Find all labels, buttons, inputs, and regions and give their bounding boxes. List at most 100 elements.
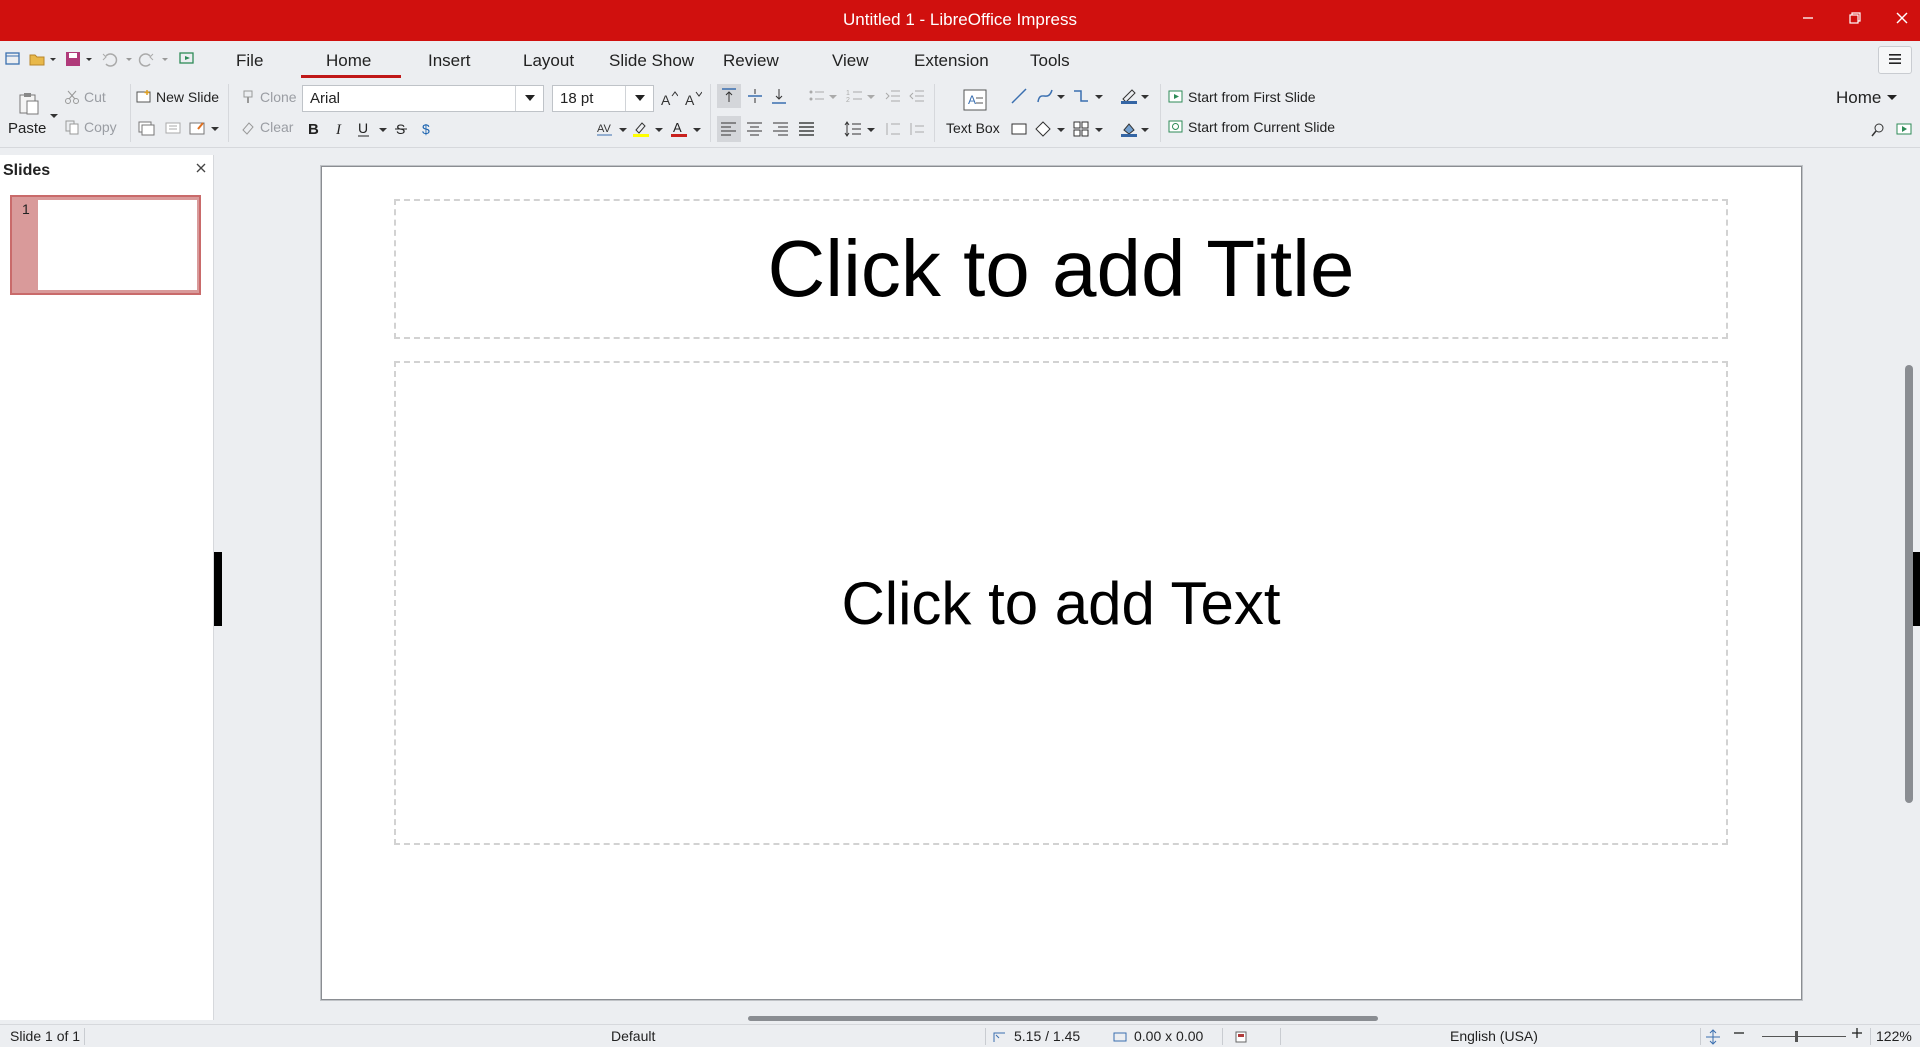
- connector-icon[interactable]: [1072, 87, 1090, 105]
- save-dropdown-icon[interactable]: [84, 50, 94, 68]
- line-spacing-icon[interactable]: [844, 120, 862, 138]
- hamburger-menu-button[interactable]: [1878, 46, 1912, 74]
- line-tool-icon[interactable]: [1010, 87, 1028, 105]
- align-right-icon[interactable]: [772, 120, 790, 138]
- bold-icon[interactable]: B: [306, 120, 322, 138]
- text-box-button[interactable]: Text Box: [946, 120, 1000, 136]
- tab-extension[interactable]: Extension: [914, 51, 989, 71]
- font-name-dropdown[interactable]: [515, 86, 543, 111]
- align-center-vertical-icon[interactable]: [746, 87, 764, 105]
- tab-review[interactable]: Review: [723, 51, 779, 71]
- connector-dropdown-icon[interactable]: [1094, 92, 1104, 102]
- tab-layout[interactable]: Layout: [523, 51, 574, 71]
- tab-view[interactable]: View: [832, 51, 869, 71]
- line-color-dropdown-icon[interactable]: [1140, 92, 1150, 102]
- tab-file[interactable]: File: [236, 51, 263, 71]
- fill-color-dropdown-icon[interactable]: [1140, 125, 1150, 135]
- decrease-font-size-icon[interactable]: A: [684, 90, 702, 108]
- curve-dropdown-icon[interactable]: [1056, 92, 1066, 102]
- tab-slide-show[interactable]: Slide Show: [609, 51, 694, 71]
- slide-layout-icon[interactable]: [188, 120, 206, 136]
- fit-slide-icon[interactable]: [1705, 1029, 1721, 1045]
- ribbon-mode-dropdown[interactable]: Home: [1836, 88, 1899, 108]
- tab-home[interactable]: Home: [326, 51, 371, 71]
- start-from-current-slide-button[interactable]: Start from Current Slide: [1168, 119, 1335, 135]
- redo-dropdown-icon[interactable]: [160, 50, 170, 68]
- undo-dropdown-icon[interactable]: [124, 50, 134, 68]
- line-spacing-dropdown-icon[interactable]: [866, 125, 876, 135]
- redo-icon[interactable]: [138, 50, 156, 68]
- vertical-scrollbar[interactable]: [1905, 365, 1913, 803]
- tab-tools[interactable]: Tools: [1030, 51, 1070, 71]
- slides-pane-collapse-handle[interactable]: [214, 552, 222, 626]
- highlighting-color-icon[interactable]: [632, 120, 650, 138]
- clone-formatting-button[interactable]: Clone: [240, 89, 297, 105]
- start-slideshow-icon[interactable]: [178, 50, 196, 68]
- close-window-button[interactable]: [1890, 9, 1914, 33]
- text-box-icon[interactable]: A: [962, 88, 988, 112]
- unordered-list-dropdown-icon[interactable]: [828, 92, 838, 102]
- shadow-icon[interactable]: $: [420, 120, 436, 138]
- font-size-combobox[interactable]: 18 pt: [552, 85, 654, 112]
- rectangle-icon[interactable]: [1010, 120, 1028, 138]
- font-name-combobox[interactable]: Arial: [302, 85, 544, 112]
- zoom-slider-handle[interactable]: [1795, 1031, 1798, 1042]
- arrange-icon[interactable]: [1072, 120, 1090, 138]
- paste-icon[interactable]: [16, 90, 42, 116]
- cut-button[interactable]: Cut: [64, 89, 106, 105]
- clear-formatting-button[interactable]: Clear: [240, 119, 293, 135]
- sidebar-expand-handle[interactable]: [1912, 552, 1920, 626]
- highlighting-dropdown-icon[interactable]: [654, 125, 664, 135]
- find-replace-icon[interactable]: [1870, 122, 1886, 138]
- decrease-paragraph-spacing-icon[interactable]: [908, 120, 926, 138]
- master-slide-status[interactable]: Default: [611, 1028, 655, 1044]
- close-slides-pane-button[interactable]: [195, 161, 207, 179]
- justify-icon[interactable]: [798, 120, 816, 138]
- open-folder-icon[interactable]: [28, 50, 46, 68]
- italic-icon[interactable]: I: [332, 120, 348, 138]
- font-size-dropdown[interactable]: [625, 86, 653, 111]
- document-modified-icon[interactable]: [1234, 1030, 1248, 1044]
- underline-dropdown-icon[interactable]: [378, 125, 388, 135]
- line-color-icon[interactable]: [1120, 87, 1138, 105]
- slide-thumbnail-1[interactable]: 1: [10, 195, 201, 295]
- align-center-icon[interactable]: [746, 120, 764, 138]
- ordered-list-dropdown-icon[interactable]: [866, 92, 876, 102]
- paste-dropdown-icon[interactable]: [49, 111, 59, 121]
- language-status[interactable]: English (USA): [1450, 1028, 1538, 1044]
- decrease-indent-icon[interactable]: [908, 87, 926, 105]
- increase-paragraph-spacing-icon[interactable]: [884, 120, 902, 138]
- save-icon[interactable]: [64, 50, 82, 68]
- zoom-in-button[interactable]: [1851, 1026, 1863, 1042]
- underline-icon[interactable]: U: [356, 120, 372, 138]
- curve-tool-icon[interactable]: [1036, 87, 1054, 105]
- new-document-icon[interactable]: [4, 50, 22, 68]
- body-text-placeholder[interactable]: Click to add Text: [394, 361, 1728, 845]
- horizontal-scrollbar[interactable]: [748, 1016, 1378, 1021]
- character-spacing-dropdown-icon[interactable]: [618, 125, 628, 135]
- restore-button[interactable]: [1843, 9, 1867, 33]
- new-slide-button[interactable]: New Slide: [136, 89, 219, 105]
- ordered-list-icon[interactable]: 12: [846, 87, 864, 105]
- font-color-icon[interactable]: A: [670, 120, 688, 138]
- align-left-button[interactable]: [717, 116, 741, 142]
- basic-shapes-dropdown-icon[interactable]: [1056, 125, 1066, 135]
- zoom-out-button[interactable]: [1733, 1026, 1745, 1044]
- title-placeholder[interactable]: Click to add Title: [394, 199, 1728, 339]
- fill-color-icon[interactable]: [1120, 120, 1138, 138]
- basic-shapes-icon[interactable]: [1034, 120, 1052, 138]
- presenter-console-icon[interactable]: [1896, 122, 1914, 138]
- character-spacing-icon[interactable]: AV: [596, 120, 614, 138]
- arrange-dropdown-icon[interactable]: [1094, 125, 1104, 135]
- start-from-first-slide-button[interactable]: Start from First Slide: [1168, 89, 1316, 105]
- tab-insert[interactable]: Insert: [428, 51, 471, 71]
- duplicate-slide-icon[interactable]: [138, 120, 156, 136]
- increase-indent-icon[interactable]: [884, 87, 902, 105]
- font-color-dropdown-icon[interactable]: [692, 125, 702, 135]
- minimize-button[interactable]: [1796, 9, 1820, 33]
- strikethrough-icon[interactable]: S: [394, 120, 410, 138]
- delete-slide-icon[interactable]: [164, 120, 182, 136]
- increase-font-size-icon[interactable]: A: [660, 90, 678, 108]
- unordered-list-icon[interactable]: [808, 87, 826, 105]
- open-dropdown-icon[interactable]: [48, 50, 58, 68]
